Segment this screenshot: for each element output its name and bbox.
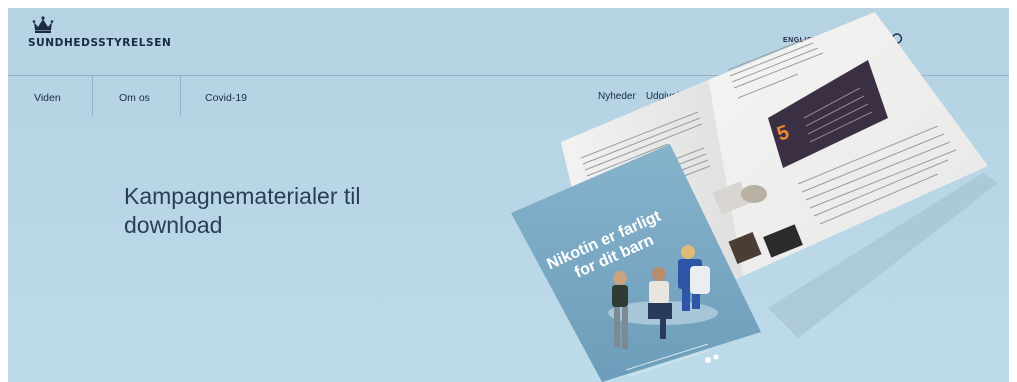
cover-footer-text xyxy=(625,343,711,377)
chevron-down-icon xyxy=(868,38,875,43)
nav-item-sundhedsfaglig[interactable]: Sundhedsfaglig xyxy=(815,91,884,102)
header-divider xyxy=(8,75,1009,76)
search-icon[interactable] xyxy=(888,32,904,48)
nav-item-viden[interactable]: Viden xyxy=(34,92,61,104)
panel-number: 5 xyxy=(774,121,792,145)
booklet-cover xyxy=(511,144,761,382)
cover-line-1: Nikotin er farligt xyxy=(544,208,664,274)
cover-photo-people xyxy=(608,245,718,349)
nav-item-arrangementer[interactable]: Arrangementer xyxy=(739,91,806,102)
booklet-right-page xyxy=(708,12,988,276)
right-page-text xyxy=(727,37,957,225)
brand-name: SUNDHEDSSTYRELSEN xyxy=(28,37,172,49)
cover-headline: Nikotin er farligt for dit barn xyxy=(544,208,664,282)
product-photo xyxy=(763,224,803,258)
product-photo xyxy=(712,181,750,215)
nav-item-puljer[interactable]: Puljer xyxy=(703,91,729,102)
info-panel xyxy=(768,60,888,168)
shortcuts-dropdown[interactable]: GENVEJE xyxy=(828,37,876,44)
product-photo xyxy=(741,185,767,203)
secondary-nav: Nyheder Udgivelser Puljer Arrangementer … xyxy=(598,91,884,102)
booklet-shadow xyxy=(768,173,998,338)
nav-item-om-os[interactable]: Om os xyxy=(119,92,150,104)
english-link[interactable]: ENGLISH xyxy=(783,37,818,44)
crown-icon xyxy=(32,16,54,33)
shortcuts-label: GENVEJE xyxy=(827,37,865,44)
cover-logo-dot xyxy=(713,354,719,360)
nav-separator xyxy=(180,76,181,116)
cover-line-2: for dit barn xyxy=(572,232,656,282)
nav-item-nyheder[interactable]: Nyheder xyxy=(598,91,636,102)
brand-logo-link[interactable]: SUNDHEDSSTYRELSEN xyxy=(28,16,171,49)
product-photo xyxy=(728,232,762,264)
utility-links: ENGLISH GENVEJE xyxy=(783,37,875,44)
hero-banner: SUNDHEDSSTYRELSEN ENGLISH GENVEJE Viden … xyxy=(8,8,1009,382)
left-page-text xyxy=(580,111,711,187)
nav-separator xyxy=(92,76,93,116)
nav-item-udgivelser[interactable]: Udgivelser xyxy=(646,91,693,102)
booklet-left-page xyxy=(561,80,743,343)
nav-item-covid-19[interactable]: Covid-19 xyxy=(205,92,247,104)
cover-logo-dot xyxy=(705,357,711,363)
page-title: Kampagnematerialer til download xyxy=(124,183,361,238)
